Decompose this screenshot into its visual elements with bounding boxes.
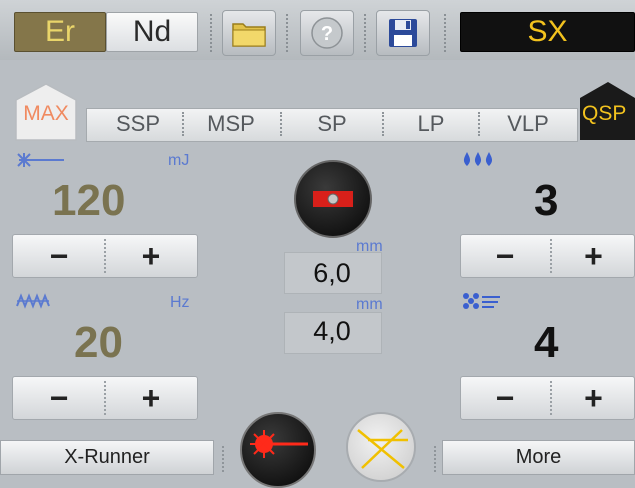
- frequency-unit: Hz: [170, 294, 190, 311]
- energy-minus-button[interactable]: −: [14, 234, 104, 278]
- max-tab[interactable]: MAX: [14, 82, 78, 142]
- pulse-mode-label: LP: [417, 111, 445, 136]
- separator: [364, 14, 366, 52]
- minus-label: −: [495, 379, 515, 416]
- separator: [434, 446, 436, 472]
- air-plus-button[interactable]: +: [552, 376, 635, 420]
- er-button[interactable]: Er: [14, 12, 106, 52]
- water-plus-button[interactable]: +: [552, 234, 635, 278]
- air-value: 4: [534, 318, 559, 367]
- save-icon: [389, 19, 417, 47]
- spot-value-2: 4,0: [313, 316, 351, 346]
- max-label: MAX: [23, 102, 69, 125]
- laser-aiming-button[interactable]: [240, 412, 316, 488]
- water-minus-button[interactable]: −: [462, 234, 548, 278]
- separator: [444, 14, 446, 52]
- frequency-plus-button[interactable]: +: [106, 376, 196, 420]
- pulse-mode-msp[interactable]: MSP: [186, 108, 276, 140]
- energy-plus-button[interactable]: +: [106, 234, 196, 278]
- pulse-mode-label: SP: [317, 111, 347, 136]
- pilot-beam-off-button[interactable]: [346, 412, 416, 482]
- pulse-mode-label: VLP: [507, 111, 549, 136]
- more-label: More: [515, 446, 562, 468]
- frequency-value: 20: [74, 318, 123, 367]
- water-drops-icon: [463, 152, 493, 166]
- help-button[interactable]: ?: [300, 10, 354, 56]
- water-value: 3: [534, 176, 559, 225]
- separator: [382, 112, 384, 136]
- mode-sx-label: SX: [527, 15, 568, 48]
- plus-label: +: [141, 379, 161, 416]
- svg-text:?: ?: [321, 23, 333, 45]
- minus-label: −: [49, 237, 69, 274]
- laser-beam-icon: [250, 430, 308, 458]
- open-folder-button[interactable]: [222, 10, 276, 56]
- pulse-mode-ssp[interactable]: SSP: [96, 108, 180, 140]
- air-minus-button[interactable]: −: [462, 376, 548, 420]
- qsp-tab[interactable]: QSP: [578, 80, 635, 142]
- nd-button[interactable]: Nd: [106, 12, 198, 52]
- plus-label: +: [141, 237, 161, 274]
- frequency-minus-button[interactable]: −: [14, 376, 104, 420]
- help-icon: ?: [311, 17, 343, 49]
- plus-label: +: [584, 237, 603, 274]
- energy-unit: mJ: [168, 152, 190, 169]
- separator: [210, 14, 212, 52]
- plus-label: +: [584, 379, 603, 416]
- minus-label: −: [495, 237, 515, 274]
- spot-value-1: 6,0: [313, 258, 351, 288]
- pulse-mode-lp[interactable]: LP: [386, 108, 476, 140]
- frequency-icon: [16, 293, 50, 309]
- separator: [280, 112, 282, 136]
- x-runner-label: X-Runner: [64, 446, 150, 468]
- more-button[interactable]: More: [442, 440, 635, 475]
- er-label: Er: [45, 15, 75, 48]
- energy-value: 120: [52, 176, 126, 225]
- pulse-mode-label: SSP: [115, 111, 161, 136]
- qsp-label: QSP: [582, 102, 627, 125]
- air-spray-icon: [463, 293, 500, 309]
- separator: [182, 112, 184, 136]
- handpiece-icon: [313, 191, 353, 207]
- energy-icon: [17, 153, 64, 167]
- pulse-mode-sp[interactable]: SP: [284, 108, 380, 140]
- folder-icon: [232, 23, 266, 47]
- pilot-beam-off-icon: [357, 429, 408, 469]
- handpiece-button[interactable]: [294, 160, 372, 238]
- separator: [478, 112, 480, 136]
- mode-sx-button[interactable]: SX: [460, 12, 635, 52]
- x-runner-button[interactable]: X-Runner: [0, 440, 214, 475]
- separator: [286, 14, 288, 52]
- pulse-mode-vlp[interactable]: VLP: [482, 108, 574, 140]
- nd-label: Nd: [132, 15, 172, 48]
- pulse-mode-label: MSP: [207, 111, 255, 136]
- minus-label: −: [49, 379, 69, 416]
- separator: [222, 446, 224, 472]
- save-button[interactable]: [376, 10, 430, 56]
